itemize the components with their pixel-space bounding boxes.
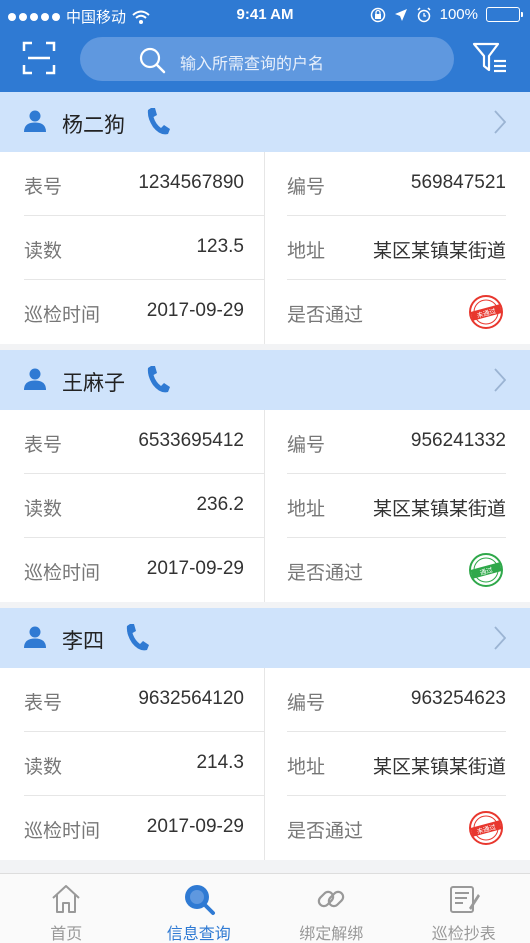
meter-no-label: 表号 (24, 435, 63, 456)
number-label: 编号 (287, 693, 326, 714)
status-stamp-icon: 未通过 (469, 295, 503, 329)
tab-label: 绑定解绑 (299, 926, 364, 943)
person-icon (24, 368, 46, 390)
address-label: 地址 (287, 241, 326, 262)
chevron-right-icon[interactable] (494, 110, 506, 134)
inspect-time-value: 2017-09-29 (146, 816, 244, 837)
number-value: 963254623 (410, 688, 506, 709)
record-card: 王麻子 表号 6533695412 编号 956241332 读数 236.2 … (0, 350, 530, 602)
reading-value: 123.5 (196, 236, 244, 257)
number-value: 956241332 (410, 430, 506, 451)
passed-label: 是否通过 (287, 305, 364, 326)
meter-no-value: 9632564120 (138, 688, 244, 709)
reading-label: 读数 (24, 241, 63, 262)
tab-label: 信息查询 (166, 926, 231, 943)
chevron-right-icon[interactable] (494, 626, 506, 650)
location-icon (394, 8, 407, 21)
inspect-time-value: 2017-09-29 (146, 558, 244, 579)
tab-home[interactable]: 首页 (0, 874, 133, 943)
chevron-right-icon[interactable] (494, 368, 506, 392)
reading-label: 读数 (24, 757, 63, 778)
link-icon (318, 890, 345, 908)
meter-no-value: 1234567890 (138, 172, 244, 193)
inspect-time-label: 巡检时间 (24, 305, 101, 326)
home-icon (52, 885, 80, 913)
filter-icon[interactable] (472, 40, 508, 76)
record-card-header[interactable]: 杨二狗 (0, 92, 530, 152)
search-input[interactable]: 输入所需查询的户名 (180, 50, 324, 74)
tab-inspection[interactable]: 巡检抄表 (398, 874, 530, 943)
address-label: 地址 (287, 757, 326, 778)
scan-icon[interactable] (22, 41, 56, 75)
alarm-icon (417, 6, 431, 22)
record-card: 杨二狗 表号 1234567890 编号 569847521 读数 123.5 … (0, 92, 530, 344)
inspect-time-value: 2017-09-29 (146, 300, 244, 321)
tab-info-query[interactable]: 信息查询 (133, 874, 266, 943)
battery-icon (486, 7, 523, 22)
record-list: 杨二狗 表号 1234567890 编号 569847521 读数 123.5 … (0, 92, 530, 866)
number-label: 编号 (287, 177, 326, 198)
inspect-time-label: 巡检时间 (24, 821, 101, 842)
search-icon (139, 47, 166, 74)
reading-value: 236.2 (196, 494, 244, 515)
search-bar[interactable]: 输入所需查询的户名 (80, 37, 454, 81)
record-name: 王麻子 (62, 372, 125, 395)
record-card-header[interactable]: 李四 (0, 608, 530, 668)
status-stamp-icon: 通过 (469, 553, 503, 587)
notes-icon (449, 886, 480, 913)
meter-no-label: 表号 (24, 177, 63, 198)
meter-no-label: 表号 (24, 693, 63, 714)
top-bar: 中国移动 9:41 AM 100% 输入所需查询的户名 (0, 0, 530, 92)
tab-label: 首页 (50, 926, 83, 943)
phone-icon[interactable] (145, 106, 171, 136)
battery-percent: 100% (439, 6, 478, 23)
inspect-time-label: 巡检时间 (24, 563, 101, 584)
number-label: 编号 (287, 435, 326, 456)
phone-icon[interactable] (124, 622, 150, 652)
tab-label: 巡检抄表 (431, 926, 496, 943)
search-icon (184, 885, 215, 915)
record-name: 李四 (62, 630, 104, 653)
person-icon (24, 626, 46, 648)
passed-label: 是否通过 (287, 821, 364, 842)
tab-bind-unbind[interactable]: 绑定解绑 (265, 874, 398, 943)
reading-label: 读数 (24, 499, 63, 520)
person-icon (24, 110, 46, 132)
rotation-lock-icon (370, 7, 385, 22)
phone-icon[interactable] (145, 364, 171, 394)
status-stamp-icon: 未通过 (469, 811, 503, 845)
tab-bar: 首页 信息查询 绑定解绑 巡检抄表 (0, 873, 530, 943)
address-value: 某区某镇某街道 (372, 499, 506, 520)
number-value: 569847521 (410, 172, 506, 193)
address-value: 某区某镇某街道 (372, 241, 506, 262)
passed-label: 是否通过 (287, 563, 364, 584)
meter-no-value: 6533695412 (138, 430, 244, 451)
address-value: 某区某镇某街道 (372, 757, 506, 778)
address-label: 地址 (287, 499, 326, 520)
record-card: 李四 表号 9632564120 编号 963254623 读数 214.3 地… (0, 608, 530, 860)
reading-value: 214.3 (196, 752, 244, 773)
record-card-header[interactable]: 王麻子 (0, 350, 530, 410)
record-name: 杨二狗 (62, 114, 125, 137)
status-bar: 中国移动 9:41 AM 100% (0, 0, 530, 30)
